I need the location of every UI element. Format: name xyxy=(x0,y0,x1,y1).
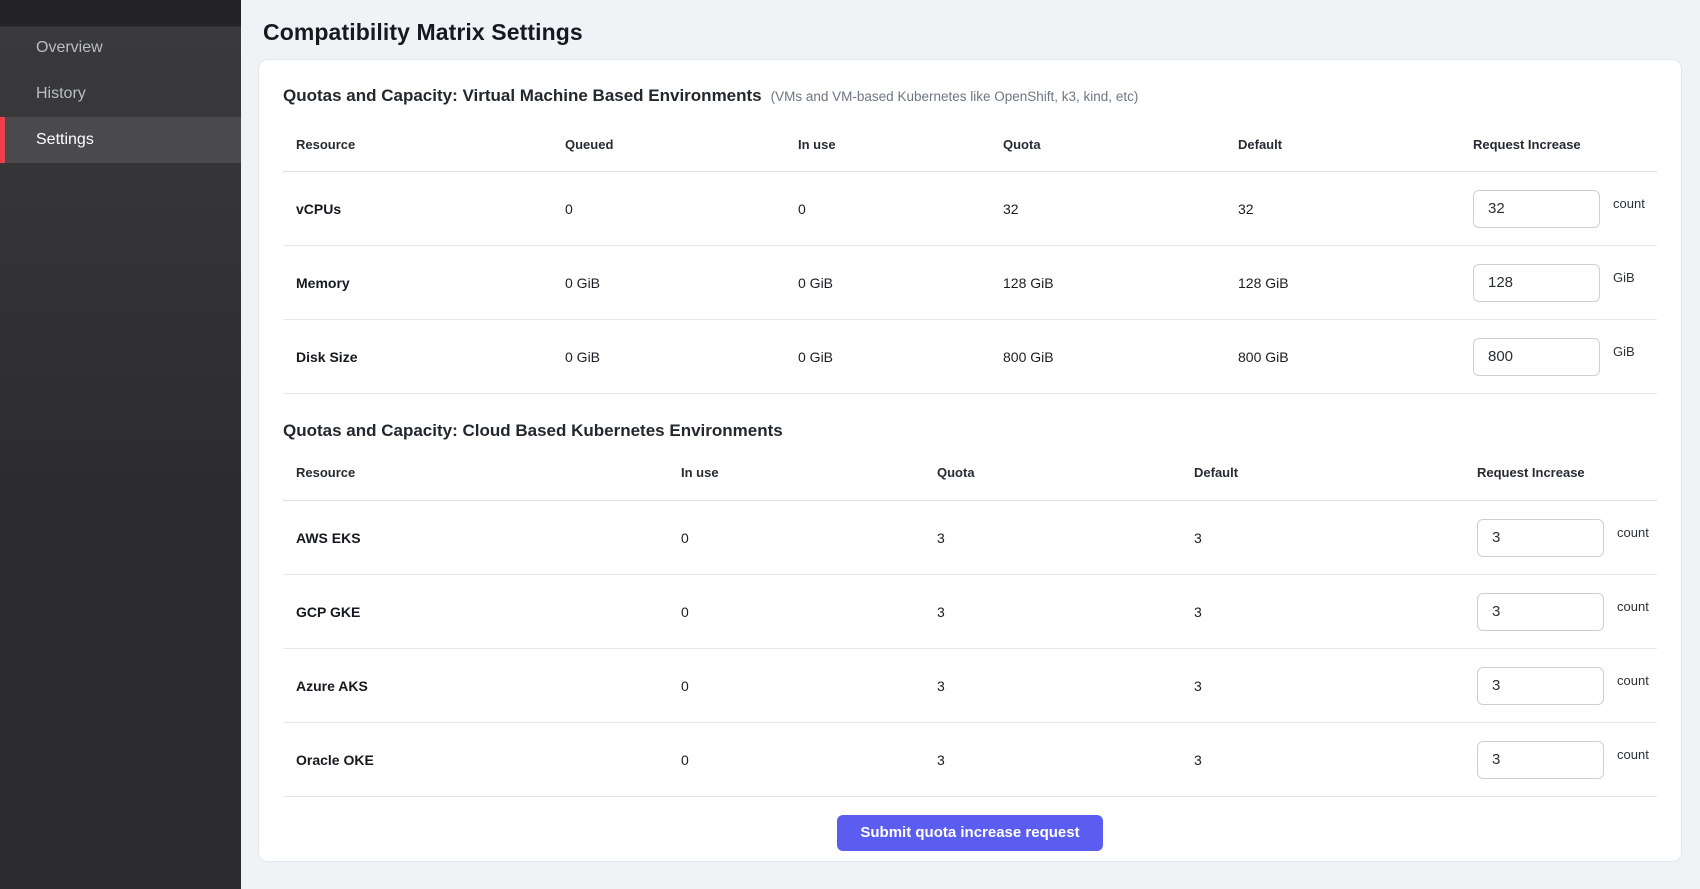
resource-label: vCPUs xyxy=(296,201,565,217)
sidebar-item-overview[interactable]: Overview xyxy=(0,25,241,71)
queued-value: 0 GiB xyxy=(565,275,798,291)
column-header-resource: Resource xyxy=(296,137,565,152)
unit-label: count xyxy=(1617,525,1649,540)
unit-label: GiB xyxy=(1613,344,1635,359)
main-content: Compatibility Matrix Settings Quotas and… xyxy=(241,0,1700,889)
azure-aks-request-input[interactable] xyxy=(1477,667,1604,705)
section-subtitle: (VMs and VM-based Kubernetes like OpenSh… xyxy=(771,89,1139,104)
resource-label: GCP GKE xyxy=(296,604,681,620)
table-row-gcp-gke: GCP GKE 0 3 3 count xyxy=(283,575,1657,649)
column-header-quota: Quota xyxy=(1003,137,1238,152)
in-use-value: 0 xyxy=(681,752,937,768)
aws-eks-request-input[interactable] xyxy=(1477,519,1604,557)
resource-label: Azure AKS xyxy=(296,678,681,694)
request-increase-cell: count xyxy=(1473,190,1657,228)
sidebar: Overview History Settings xyxy=(0,0,241,889)
unit-label: count xyxy=(1617,599,1649,614)
default-value: 800 GiB xyxy=(1238,349,1473,365)
unit-label: count xyxy=(1613,196,1645,211)
request-increase-cell: count xyxy=(1477,519,1657,557)
disk-size-request-input[interactable] xyxy=(1473,338,1600,376)
table-row-memory: Memory 0 GiB 0 GiB 128 GiB 128 GiB GiB xyxy=(283,246,1657,320)
section-heading-row: Quotas and Capacity: Cloud Based Kuberne… xyxy=(283,418,1657,444)
unit-label: count xyxy=(1617,747,1649,762)
request-increase-cell: count xyxy=(1477,667,1657,705)
default-value: 32 xyxy=(1238,201,1473,217)
sidebar-item-label: Overview xyxy=(36,39,103,57)
sidebar-item-settings[interactable]: Settings xyxy=(0,117,241,163)
quota-value: 3 xyxy=(937,530,1194,546)
default-value: 3 xyxy=(1194,530,1477,546)
cloud-table-header: Resource In use Quota Default Request In… xyxy=(283,444,1657,501)
page-title: Compatibility Matrix Settings xyxy=(263,19,1682,46)
queued-value: 0 GiB xyxy=(565,349,798,365)
quota-value: 3 xyxy=(937,604,1194,620)
table-row-azure-aks: Azure AKS 0 3 3 count xyxy=(283,649,1657,723)
request-increase-cell: count xyxy=(1477,741,1657,779)
table-row-aws-eks: AWS EKS 0 3 3 count xyxy=(283,501,1657,575)
table-row-vcpus: vCPUs 0 0 32 32 count xyxy=(283,172,1657,246)
resource-label: Memory xyxy=(296,275,565,291)
sidebar-item-label: History xyxy=(36,85,86,103)
gcp-gke-request-input[interactable] xyxy=(1477,593,1604,631)
request-increase-cell: GiB xyxy=(1473,338,1657,376)
default-value: 3 xyxy=(1194,752,1477,768)
quota-value: 3 xyxy=(937,678,1194,694)
submit-quota-request-button[interactable]: Submit quota increase request xyxy=(837,815,1102,851)
vm-table-header: Resource Queued In use Quota Default Req… xyxy=(283,118,1657,172)
in-use-value: 0 xyxy=(681,530,937,546)
column-header-queued: Queued xyxy=(565,137,798,152)
column-header-default: Default xyxy=(1238,137,1473,152)
quota-value: 3 xyxy=(937,752,1194,768)
queued-value: 0 xyxy=(565,201,798,217)
column-header-in-use: In use xyxy=(798,137,1003,152)
default-value: 3 xyxy=(1194,604,1477,620)
unit-label: count xyxy=(1617,673,1649,688)
default-value: 3 xyxy=(1194,678,1477,694)
column-header-quota: Quota xyxy=(937,465,1194,480)
resource-label: AWS EKS xyxy=(296,530,681,546)
in-use-value: 0 xyxy=(681,678,937,694)
vcpus-request-input[interactable] xyxy=(1473,190,1600,228)
in-use-value: 0 GiB xyxy=(798,349,1003,365)
request-increase-cell: GiB xyxy=(1473,264,1657,302)
quota-value: 32 xyxy=(1003,201,1238,217)
section-title: Quotas and Capacity: Virtual Machine Bas… xyxy=(283,84,762,108)
request-increase-cell: count xyxy=(1477,593,1657,631)
column-header-request-increase: Request Increase xyxy=(1477,465,1657,480)
column-header-in-use: In use xyxy=(681,465,937,480)
table-row-oracle-oke: Oracle OKE 0 3 3 count xyxy=(283,723,1657,797)
in-use-value: 0 xyxy=(681,604,937,620)
unit-label: GiB xyxy=(1613,270,1635,285)
quota-value: 128 GiB xyxy=(1003,275,1238,291)
in-use-value: 0 xyxy=(798,201,1003,217)
app-window: Overview History Settings Compatibility … xyxy=(0,0,1700,889)
vm-quotas-section: Quotas and Capacity: Virtual Machine Bas… xyxy=(283,84,1657,394)
table-row-disk-size: Disk Size 0 GiB 0 GiB 800 GiB 800 GiB Gi… xyxy=(283,320,1657,394)
oracle-oke-request-input[interactable] xyxy=(1477,741,1604,779)
in-use-value: 0 GiB xyxy=(798,275,1003,291)
sidebar-item-history[interactable]: History xyxy=(0,71,241,117)
cloud-quotas-section: Quotas and Capacity: Cloud Based Kuberne… xyxy=(283,418,1657,797)
card-footer: Submit quota increase request xyxy=(283,797,1657,851)
sidebar-item-label: Settings xyxy=(36,131,94,149)
resource-label: Oracle OKE xyxy=(296,752,681,768)
column-header-resource: Resource xyxy=(296,465,681,480)
resource-label: Disk Size xyxy=(296,349,565,365)
column-header-request-increase: Request Increase xyxy=(1473,137,1657,152)
section-heading-row: Quotas and Capacity: Virtual Machine Bas… xyxy=(283,84,1657,108)
memory-request-input[interactable] xyxy=(1473,264,1600,302)
column-header-default: Default xyxy=(1194,465,1477,480)
settings-card: Quotas and Capacity: Virtual Machine Bas… xyxy=(258,59,1682,862)
quota-value: 800 GiB xyxy=(1003,349,1238,365)
section-title: Quotas and Capacity: Cloud Based Kuberne… xyxy=(283,418,783,444)
default-value: 128 GiB xyxy=(1238,275,1473,291)
